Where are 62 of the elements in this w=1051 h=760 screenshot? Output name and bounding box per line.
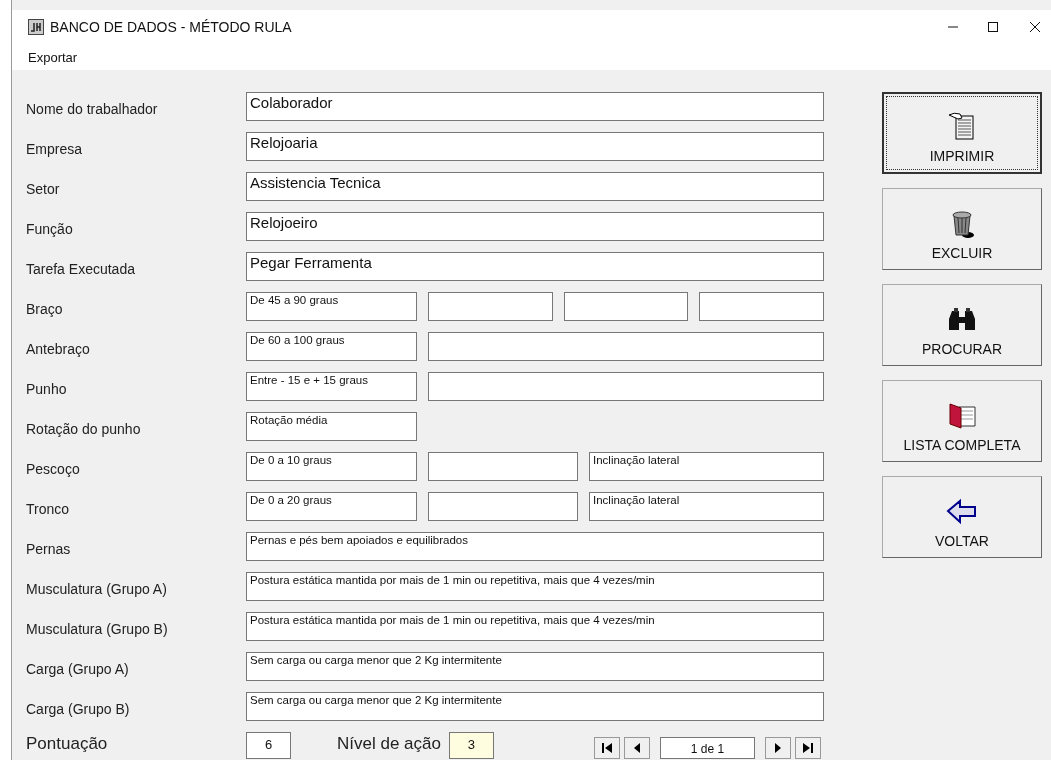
record-counter: 1 de 1 — [659, 737, 755, 759]
input-field[interactable] — [699, 292, 824, 321]
field-label: Carga (Grupo B) — [26, 700, 131, 719]
input-field[interactable]: Pernas e pés bem apoiados e equilibrados — [246, 532, 824, 561]
action-level-field: 3 — [448, 732, 494, 759]
input-field[interactable] — [428, 292, 553, 321]
input-field[interactable]: Sem carga ou carga menor que 2 Kg intermitente — [246, 652, 824, 681]
back-button[interactable]: VOLTAR — [882, 476, 1042, 558]
field-label: Tarefa Executada — [26, 260, 136, 279]
score-field: 6 — [246, 732, 291, 759]
input-field[interactable]: De 0 a 10 graus — [246, 452, 417, 481]
input-field[interactable]: Sem carga ou carga menor que 2 Kg intermitente — [246, 692, 824, 721]
field-label: Musculatura (Grupo A) — [26, 580, 168, 599]
input-field[interactable] — [428, 372, 824, 401]
field-label: Função — [26, 220, 74, 239]
field-label: Braço — [26, 300, 64, 319]
input-field[interactable] — [563, 292, 689, 321]
input-field[interactable]: De 60 a 100 graus — [246, 332, 417, 361]
search-button[interactable]: PROCURAR — [882, 284, 1042, 366]
input-field[interactable] — [428, 332, 824, 361]
field-label: Musculatura (Grupo B) — [26, 620, 169, 639]
delete-button[interactable]: EXCLUIR — [882, 188, 1042, 270]
input-field[interactable]: De 45 a 90 graus — [246, 292, 417, 321]
maximize-icon[interactable] — [987, 21, 999, 33]
field-label: Pescoço — [26, 460, 81, 479]
input-field[interactable]: Inclinação lateral — [589, 452, 824, 481]
app-icon — [28, 19, 44, 35]
field-label: Nome do trabalhador — [26, 100, 159, 119]
field-label: Setor — [26, 180, 61, 199]
score-label: Pontuação — [26, 733, 109, 754]
input-field[interactable] — [428, 452, 578, 481]
last-record-button[interactable] — [794, 737, 821, 759]
input-field[interactable]: Assistencia Tecnica — [246, 172, 824, 201]
window-title: BANCO DE DADOS - MÉTODO RULA — [50, 19, 292, 35]
print-button[interactable]: IMPRIMIR — [882, 92, 1042, 174]
input-field[interactable]: Postura estática mantida por mais de 1 min ou repetitiva, mais que 4 vezes/min — [246, 612, 824, 641]
input-field[interactable]: Rotação média — [246, 412, 417, 441]
input-field[interactable] — [428, 492, 578, 521]
field-label: Antebraço — [26, 340, 91, 359]
field-label: Empresa — [26, 140, 84, 159]
last-icon — [801, 742, 814, 754]
field-label: Carga (Grupo A) — [26, 660, 130, 679]
prev-record-button[interactable] — [623, 737, 650, 759]
first-record-button[interactable] — [593, 737, 620, 759]
field-label: Pernas — [26, 540, 72, 559]
menu-item[interactable]: Exportar — [28, 49, 78, 65]
input-field[interactable]: De 0 a 20 graus — [246, 492, 417, 521]
input-field[interactable]: Inclinação lateral — [589, 492, 824, 521]
input-field[interactable]: Relojoeiro — [246, 212, 824, 241]
field-label: Tronco — [26, 500, 71, 519]
input-field[interactable]: Entre - 15 e + 15 graus — [246, 372, 417, 401]
list-button[interactable]: LISTA COMPLETA — [882, 380, 1042, 462]
input-field[interactable]: Colaborador — [246, 92, 824, 121]
input-field[interactable]: Pegar Ferramenta — [246, 252, 824, 281]
input-field[interactable]: Postura estática mantida por mais de 1 min ou repetitiva, mais que 4 vezes/min — [246, 572, 824, 601]
action-level-label: Nível de ação — [337, 733, 441, 754]
next-record-button[interactable] — [764, 737, 791, 759]
close-icon[interactable] — [1029, 21, 1041, 33]
field-label: Punho — [26, 380, 68, 399]
first-icon — [600, 742, 613, 754]
field-label: Rotação do punho — [26, 420, 142, 439]
input-field[interactable]: Relojoaria — [246, 132, 824, 161]
